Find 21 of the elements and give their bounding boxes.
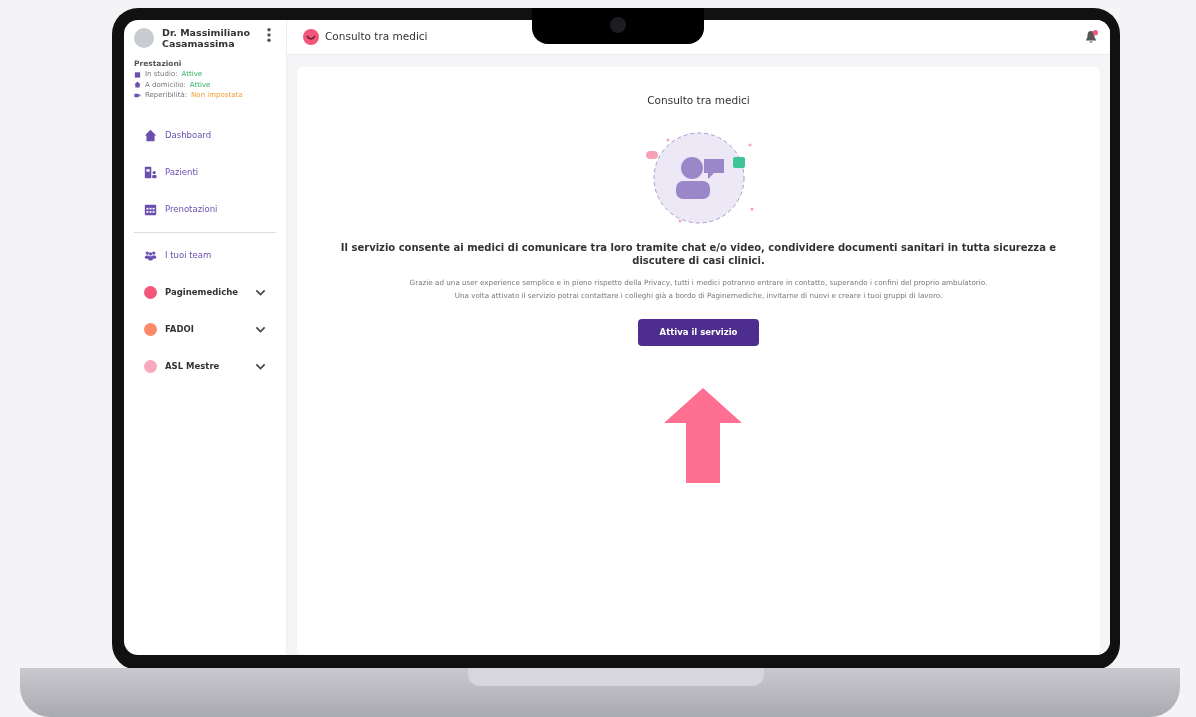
nav-link[interactable]: Pazienti — [165, 165, 199, 179]
building-icon — [134, 70, 141, 78]
nav-link[interactable]: Prenotazioni — [165, 202, 218, 216]
team-name[interactable]: ASL Mestre — [165, 359, 247, 373]
nav-link[interactable]: I tuoi team — [165, 248, 212, 262]
activate-service-button[interactable]: Attiva il servizio — [637, 319, 760, 346]
calendar-icon — [144, 202, 157, 216]
doctor-name: Dr. Massimiliano Casamassima — [162, 28, 251, 50]
team-name[interactable]: Paginemediche — [165, 285, 247, 299]
home-icon — [134, 81, 141, 89]
patient-card-icon — [144, 165, 157, 179]
headline-text: Il servizio consente ai medici di comunicare tra loro tramite chat e/o video, condividere documenti sanitari in tutta sicurezza e discutere di casi clinici. — [339, 240, 1058, 268]
home-icon — [144, 128, 157, 142]
card-title: Consulto tra medici — [647, 93, 750, 108]
team-name[interactable]: FADOI — [165, 322, 247, 336]
app-logo-icon — [303, 29, 319, 45]
page-title: Consulto tra medici — [325, 29, 429, 45]
avatar — [134, 28, 154, 48]
notification-bell-icon[interactable] — [1084, 30, 1098, 44]
nav-link[interactable]: Dashboard — [165, 128, 212, 142]
video-camera-icon — [134, 91, 141, 99]
